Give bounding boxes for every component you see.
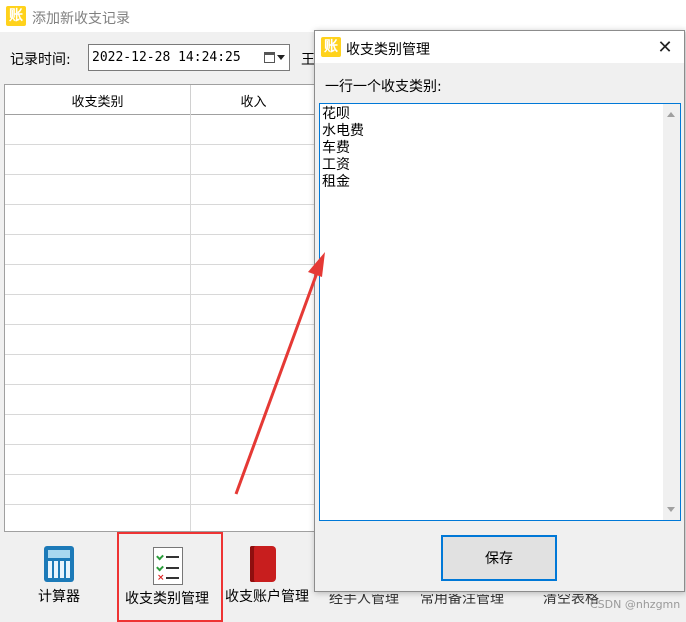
table-cell[interactable] xyxy=(191,115,317,144)
category-line: 车费 xyxy=(322,140,350,156)
category-line: 水电费 xyxy=(322,123,364,139)
close-icon[interactable]: ✕ xyxy=(654,36,676,58)
column-header-income[interactable]: 收入 xyxy=(191,85,317,115)
table-cell[interactable] xyxy=(191,265,317,294)
table-cell[interactable] xyxy=(191,175,317,204)
calculator-button[interactable]: 计算器 xyxy=(30,532,90,622)
category-line: 花呗 xyxy=(322,106,350,122)
dialog-title: 收支类别管理 xyxy=(346,42,430,58)
column-header-category[interactable]: 收支类别 xyxy=(5,85,191,115)
table-cell[interactable] xyxy=(5,295,191,324)
save-button[interactable]: 保存 xyxy=(441,535,557,581)
table-row[interactable] xyxy=(5,475,317,505)
table-row[interactable] xyxy=(5,295,317,325)
category-line: 工资 xyxy=(322,157,350,173)
dialog-prompt-label: 一行一个收支类别: xyxy=(325,79,442,95)
table-cell[interactable] xyxy=(5,355,191,384)
table-cell[interactable] xyxy=(5,385,191,414)
table-cell[interactable] xyxy=(191,295,317,324)
record-time-picker[interactable]: 2022-12-28 14:24:25 xyxy=(88,44,290,71)
category-line: 租金 xyxy=(322,174,350,190)
record-table[interactable]: 收支类别 收入 xyxy=(4,84,318,532)
table-row[interactable] xyxy=(5,235,317,265)
app-logo-icon: 账 xyxy=(6,6,26,26)
table-cell[interactable] xyxy=(191,385,317,414)
main-titlebar: 账 添加新收支记录 xyxy=(0,0,686,32)
table-row[interactable] xyxy=(5,145,317,175)
account-manage-label: 收支账户管理 xyxy=(225,589,309,605)
table-row[interactable] xyxy=(5,445,317,475)
table-cell[interactable] xyxy=(5,415,191,444)
table-cell[interactable] xyxy=(5,475,191,504)
table-row[interactable] xyxy=(5,505,317,531)
record-time-label: 记录时间: xyxy=(10,52,71,68)
table-cell[interactable] xyxy=(191,145,317,174)
checklist-icon: × xyxy=(153,547,183,585)
scroll-up-icon[interactable] xyxy=(667,112,675,117)
table-cell[interactable] xyxy=(5,325,191,354)
table-row[interactable] xyxy=(5,415,317,445)
table-cell[interactable] xyxy=(191,475,317,504)
category-manage-button[interactable]: × 收支类别管理 xyxy=(117,532,223,622)
textarea-scrollbar[interactable] xyxy=(663,104,680,520)
table-row[interactable] xyxy=(5,325,317,355)
table-cell[interactable] xyxy=(191,415,317,444)
table-cell[interactable] xyxy=(191,205,317,234)
red-book-icon xyxy=(250,546,276,582)
table-cell[interactable] xyxy=(5,115,191,144)
calendar-dropdown-icon[interactable] xyxy=(259,45,289,70)
category-list: 花呗 水电费 车费 工资 租金 xyxy=(322,106,364,191)
category-textarea[interactable]: 花呗 水电费 车费 工资 租金 xyxy=(319,103,681,521)
table-row[interactable] xyxy=(5,265,317,295)
calculator-label: 计算器 xyxy=(38,589,80,605)
table-cell[interactable] xyxy=(191,235,317,264)
watermark-text: CSDN @nhzgmn xyxy=(590,598,681,611)
dialog-titlebar: 账 收支类别管理 ✕ xyxy=(315,31,684,63)
category-manage-dialog: 账 收支类别管理 ✕ 一行一个收支类别: 花呗 水电费 车费 工资 租金 保存 xyxy=(314,30,685,592)
account-manage-button[interactable]: 收支账户管理 xyxy=(225,532,317,622)
table-cell[interactable] xyxy=(5,145,191,174)
dialog-logo-icon: 账 xyxy=(321,37,341,57)
table-cell[interactable] xyxy=(5,205,191,234)
table-row[interactable] xyxy=(5,385,317,415)
table-cell[interactable] xyxy=(5,235,191,264)
table-row[interactable] xyxy=(5,355,317,385)
category-manage-label: 收支类别管理 xyxy=(125,591,209,607)
main-window-title: 添加新收支记录 xyxy=(32,11,130,27)
record-time-value: 2022-12-28 14:24:25 xyxy=(92,50,241,65)
table-cell[interactable] xyxy=(5,445,191,474)
table-row[interactable] xyxy=(5,115,317,145)
table-cell[interactable] xyxy=(191,325,317,354)
table-cell[interactable] xyxy=(5,265,191,294)
calculator-icon xyxy=(44,546,74,582)
table-cell[interactable] xyxy=(191,445,317,474)
table-body xyxy=(5,115,317,531)
table-header: 收支类别 收入 xyxy=(5,85,317,115)
scroll-down-icon[interactable] xyxy=(667,507,675,512)
table-cell[interactable] xyxy=(191,505,317,531)
table-cell[interactable] xyxy=(191,355,317,384)
table-cell[interactable] xyxy=(5,175,191,204)
table-row[interactable] xyxy=(5,205,317,235)
table-cell[interactable] xyxy=(5,505,191,531)
table-row[interactable] xyxy=(5,175,317,205)
handler-label-partial: 王 xyxy=(301,52,315,68)
